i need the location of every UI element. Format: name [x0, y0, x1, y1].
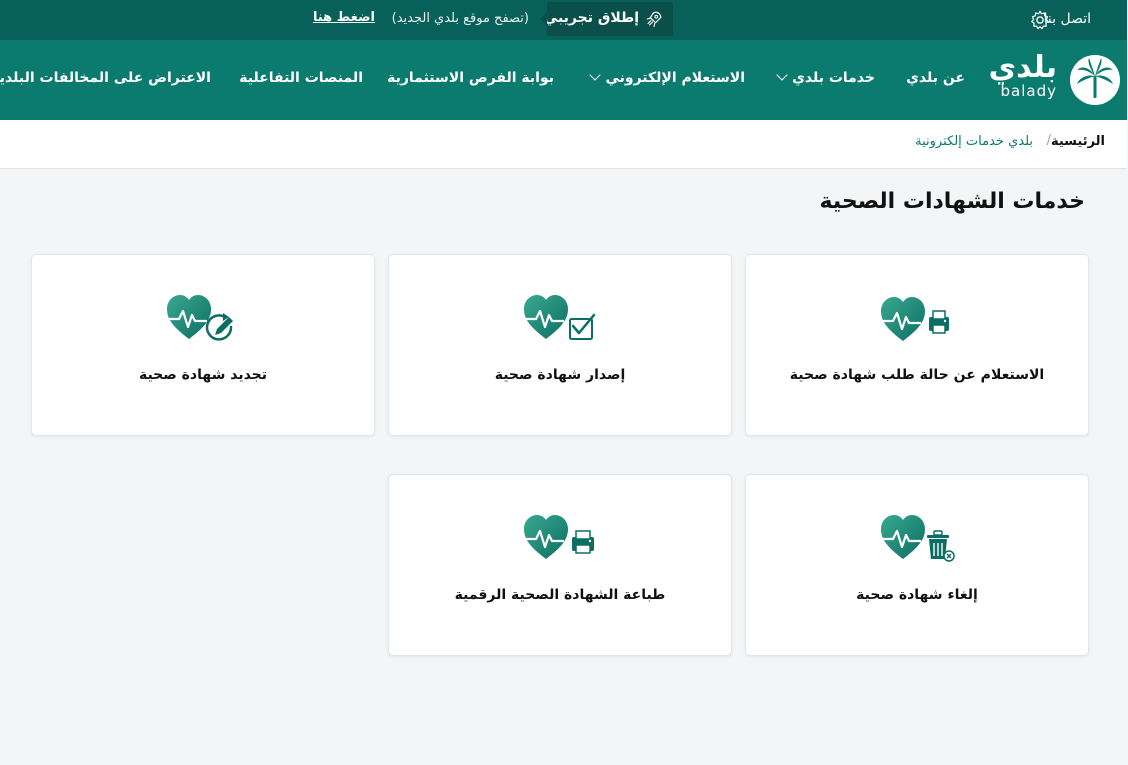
nav-item-balady-services[interactable]: خدمات بلدي [777, 69, 876, 86]
nav-item-about[interactable]: عن بلدي [907, 70, 966, 86]
balady-logo[interactable]: بلدي balady [990, 50, 1122, 108]
card-issue-certificate[interactable]: إصدار شهادة صحية [389, 254, 733, 436]
card-cancel-certificate[interactable]: إلغاء شهادة صحية [746, 474, 1090, 656]
breadcrumb: الرئيسية / بلدي خدمات إلكترونية [0, 120, 1128, 169]
card-renew-certificate[interactable]: تجديد شهادة صحية [32, 254, 376, 436]
heart-printer-icon [880, 295, 950, 343]
chevron-down-icon [590, 69, 603, 81]
heart-trash-icon [880, 513, 956, 562]
heart-printer-icon [523, 513, 595, 561]
page-title: خدمات الشهادات الصحية [820, 189, 1086, 214]
palm-emblem-icon [1071, 55, 1121, 105]
card-print-digital-certificate[interactable]: طباعة الشهادة الصحية الرقمية [389, 474, 733, 656]
main-navigation: بلدي balady عن بلدي خدمات بلدي الاستعلام… [0, 40, 1128, 120]
nav-item-interactive-platforms[interactable]: المنصات التفاعلية [240, 70, 364, 86]
card-label: طباعة الشهادة الصحية الرقمية [455, 587, 667, 603]
gear-icon[interactable] [1030, 9, 1052, 31]
breadcrumb-separator: / [1047, 133, 1052, 148]
heart-check-icon [523, 293, 597, 341]
breadcrumb-current: بلدي خدمات إلكترونية [916, 134, 1034, 149]
nav-item-investment-portal[interactable]: بوابة الفرص الاستثمارية [388, 70, 555, 86]
breadcrumb-home-link[interactable]: الرئيسية [1052, 134, 1106, 149]
card-label: إلغاء شهادة صحية [857, 587, 979, 603]
nav-item-violations-objection[interactable]: الاعتراض على المخالفات البلدية [0, 70, 212, 86]
card-inquire-certificate-status[interactable]: الاستعلام عن حالة طلب شهادة صحية [746, 254, 1090, 436]
card-label: تجديد شهادة صحية [139, 367, 269, 383]
rocket-icon [647, 11, 663, 28]
card-label: الاستعلام عن حالة طلب شهادة صحية [790, 367, 1046, 383]
beta-launch-label: إطلاق تجريبي [544, 10, 640, 26]
heart-edit-icon [166, 293, 234, 341]
card-label: إصدار شهادة صحية [495, 367, 627, 383]
top-utility-bar: اتصل بنا إطلاق تجريبي (تصفح موقع بلدي ال… [0, 0, 1128, 40]
nav-item-label: الاستعلام الإلكتروني [606, 70, 746, 86]
click-here-link[interactable]: اضغط هنا [314, 10, 376, 25]
logo-english-text: balady [1001, 82, 1058, 100]
logo-arabic-text: بلدي [989, 50, 1058, 85]
chevron-down-icon [777, 69, 789, 81]
nav-item-e-inquiry[interactable]: الاستعلام الإلكتروني [590, 69, 746, 86]
nav-item-label: خدمات بلدي [793, 70, 876, 86]
beta-note-text: (تصفح موقع بلدي الجديد) [392, 11, 530, 26]
beta-launch-badge: إطلاق تجريبي [541, 2, 674, 36]
